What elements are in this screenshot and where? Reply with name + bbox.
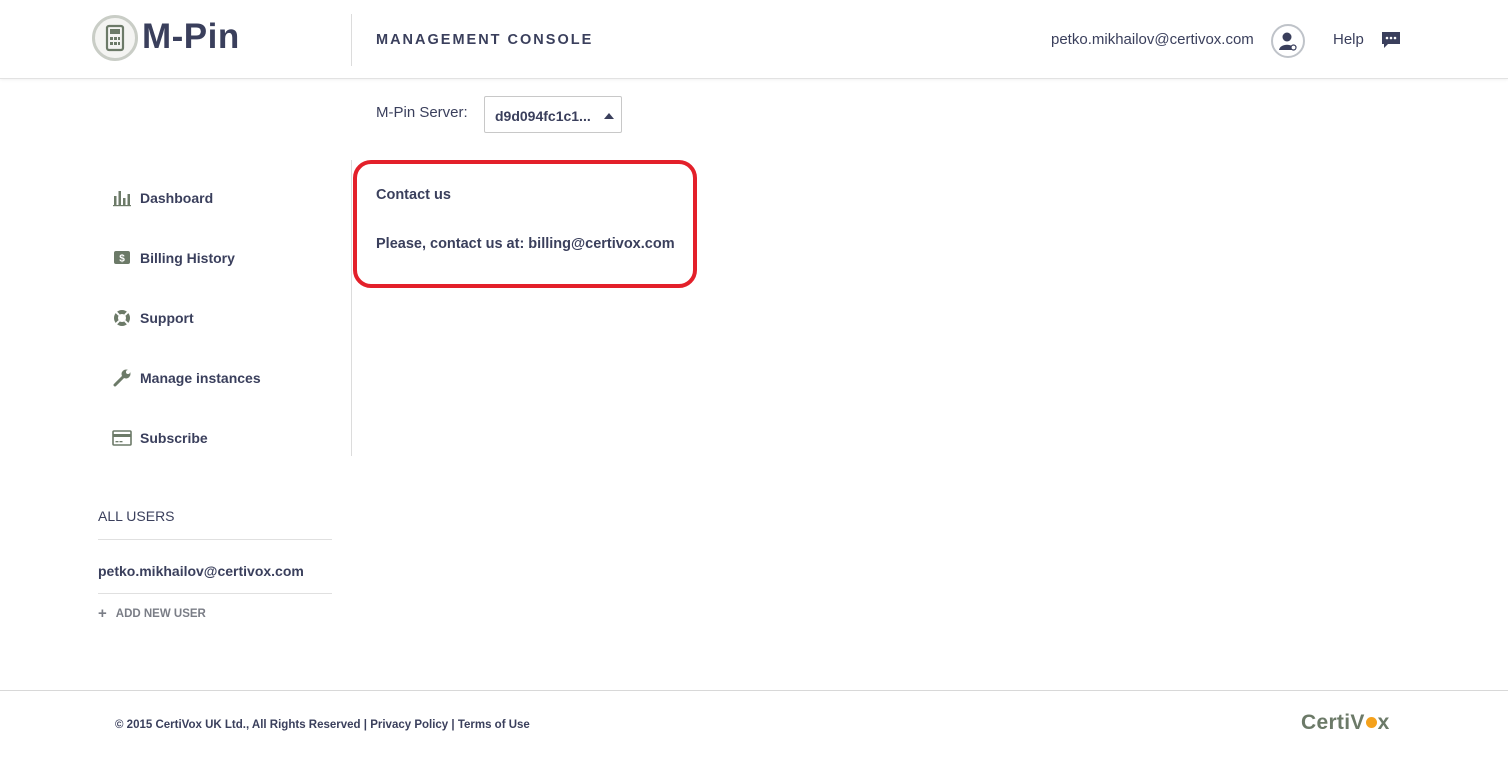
help-link[interactable]: Help <box>1333 31 1364 48</box>
contact-highlight-box <box>353 160 697 288</box>
all-users-heading: ALL USERS <box>98 508 175 524</box>
copyright-text: © 2015 CertiVox UK Ltd., All Rights Rese… <box>115 719 361 731</box>
footer-divider <box>0 690 1508 691</box>
current-user-email[interactable]: petko.mikhailov@certivox.com <box>1051 31 1254 48</box>
divider <box>98 539 332 540</box>
sidebar-item-manage-instances[interactable]: Manage instances <box>112 367 261 389</box>
sidebar-divider <box>351 160 352 456</box>
server-selected-value: d9d094fc1c1... <box>495 108 591 124</box>
footer-links: © 2015 CertiVox UK Ltd., All Rights Rese… <box>115 719 530 731</box>
user-list-item[interactable]: petko.mikhailov@certivox.com <box>98 563 304 579</box>
lock-dot-icon <box>1365 717 1377 728</box>
sidebar-item-subscribe[interactable]: Subscribe <box>112 427 208 449</box>
wrench-icon <box>112 368 132 388</box>
caret-up-icon <box>604 113 614 119</box>
page-title: MANAGEMENT CONSOLE <box>376 32 594 48</box>
server-label: M-Pin Server: <box>376 104 468 121</box>
contact-title: Contact us <box>376 187 451 203</box>
certivox-logo-text-left: CertiV <box>1301 711 1365 734</box>
calculator-icon[interactable] <box>92 15 138 61</box>
sidebar-item-dashboard[interactable]: Dashboard <box>112 187 213 209</box>
certivox-logo[interactable]: CertiV x <box>1301 711 1390 735</box>
chat-icon[interactable] <box>1381 31 1401 54</box>
credit-card-icon <box>112 428 132 448</box>
lifebuoy-icon <box>112 308 132 328</box>
sidebar-item-label: Manage instances <box>140 370 261 386</box>
sidebar-item-label: Dashboard <box>140 190 214 206</box>
sidebar-item-label: Billing History <box>140 250 235 266</box>
sidebar-item-support[interactable]: Support <box>112 307 194 329</box>
plus-icon: + <box>98 605 107 622</box>
svg-text:$: $ <box>119 254 125 265</box>
add-new-user-label: ADD NEW USER <box>115 607 206 620</box>
sidebar-item-label: Subscribe <box>140 430 208 446</box>
server-select[interactable]: d9d094fc1c1... <box>484 96 622 133</box>
user-icon[interactable] <box>1271 24 1305 58</box>
contact-message[interactable]: Please, contact us at: billing@certivox.… <box>376 236 675 252</box>
privacy-policy-link[interactable]: Privacy Policy <box>370 719 448 731</box>
bar-chart-icon <box>112 188 132 208</box>
terms-of-use-link[interactable]: Terms of Use <box>458 719 530 731</box>
certivox-logo-text-right: x <box>1377 711 1390 734</box>
add-new-user-button[interactable]: + ADD NEW USER <box>98 605 206 622</box>
divider <box>98 593 332 594</box>
footer-separator: | <box>451 719 455 731</box>
header-divider <box>351 14 352 66</box>
dollar-icon: $ <box>112 248 132 268</box>
footer-separator: | <box>363 719 367 731</box>
sidebar-item-label: Support <box>140 310 194 326</box>
app-logo-text[interactable]: M-Pin <box>142 16 240 58</box>
sidebar-item-billing-history[interactable]: $ Billing History <box>112 247 235 269</box>
